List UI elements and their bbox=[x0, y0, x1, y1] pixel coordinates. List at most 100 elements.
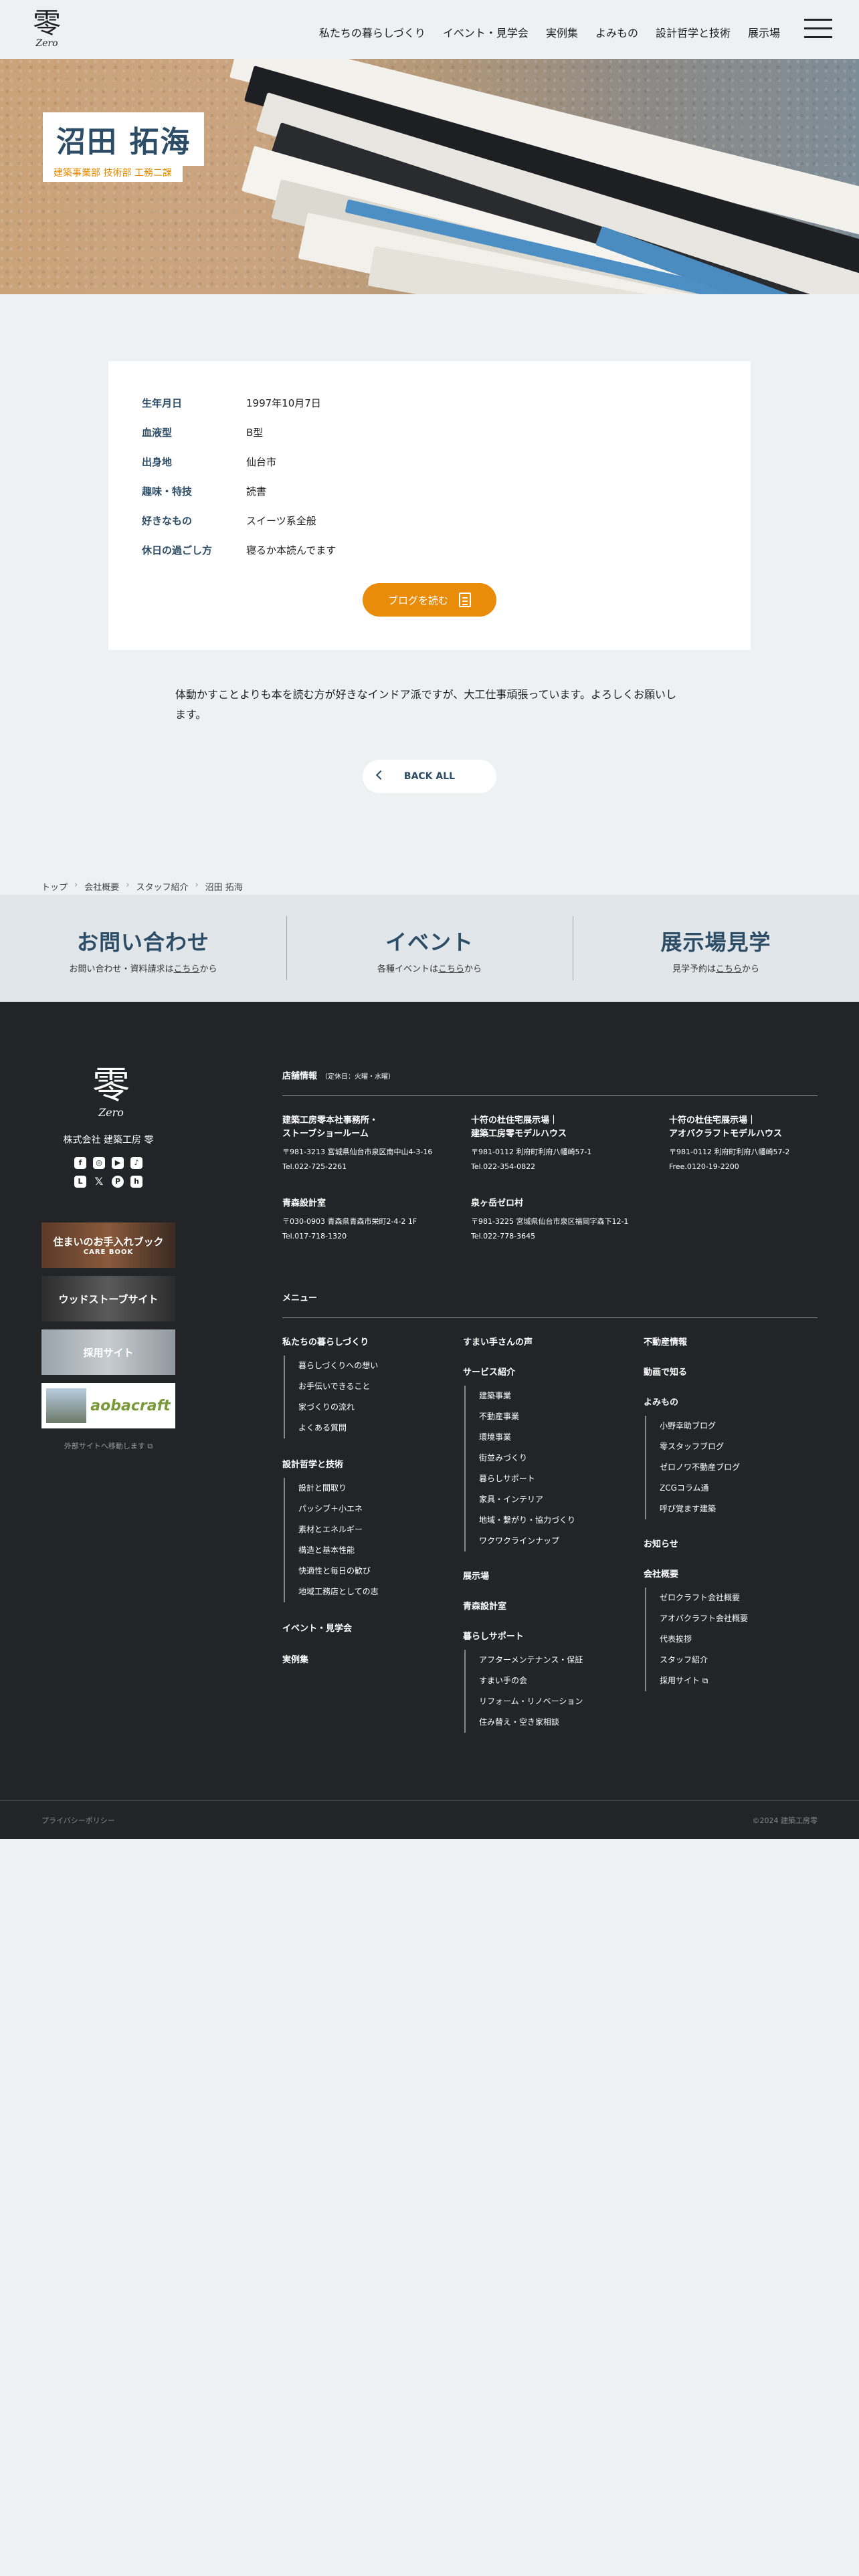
cta-contact[interactable]: お問い合わせ お問い合わせ・資料請求はこちらから bbox=[0, 895, 286, 1002]
houzz-icon[interactable]: h bbox=[130, 1176, 142, 1188]
store-info: 建築工房零本社事務所・ ストーブショールーム 〒981-3213 宮城県仙台市泉区… bbox=[282, 1115, 433, 1171]
menu-link[interactable]: リフォーム・リノベーション bbox=[479, 1691, 637, 1712]
breadcrumb-current: 沼田 拓海 bbox=[205, 883, 243, 893]
breadcrumb-staff[interactable]: スタッフ紹介 bbox=[136, 880, 188, 893]
banner-title: 採用サイト bbox=[83, 1346, 134, 1359]
menu-link[interactable]: 環境事業 bbox=[479, 1427, 637, 1448]
menu-heading-link[interactable]: イベント・見学会 bbox=[282, 1624, 352, 1634]
menu-link[interactable]: よくある質問 bbox=[298, 1418, 456, 1438]
menu-heading-link[interactable]: サービス紹介 bbox=[463, 1368, 515, 1378]
banner-sub: CARE BOOK bbox=[83, 1249, 134, 1256]
footer-logo[interactable]: 零 Zero bbox=[84, 1066, 138, 1119]
menu-heading-link[interactable]: お知らせ bbox=[644, 1539, 678, 1549]
menu-link[interactable]: 構造と基本性能 bbox=[298, 1540, 456, 1561]
stores-heading: 店舗情報 （定休日：火曜・水曜） bbox=[282, 1071, 395, 1081]
read-blog-button[interactable]: ブログを読む bbox=[363, 583, 496, 617]
x-icon[interactable]: 𝕏 bbox=[93, 1176, 105, 1188]
menu-link[interactable]: 代表挨拶 bbox=[660, 1629, 818, 1650]
menu-link[interactable]: 採用サイト ⧉ bbox=[660, 1671, 818, 1691]
menu-heading-link[interactable]: 青森設計室 bbox=[463, 1602, 506, 1612]
menu-link[interactable]: 設計と間取り bbox=[298, 1478, 456, 1499]
privacy-policy-link[interactable]: プライバシーポリシー bbox=[41, 1815, 115, 1826]
care-book-banner[interactable]: 住まいのお手入れブック CARE BOOK bbox=[41, 1222, 175, 1268]
menu-link[interactable]: 暮らしサポート bbox=[479, 1469, 637, 1489]
menu-heading-link[interactable]: 不動産情報 bbox=[644, 1337, 687, 1348]
logo-sub: Zero bbox=[35, 38, 58, 49]
submenu: 設計と間取り パッシブ＋小エネ 素材とエネルギー 構造と基本性能 快適性と毎日の… bbox=[284, 1478, 456, 1602]
cta-event[interactable]: イベント 各種イベントはこちらから bbox=[286, 895, 573, 1002]
tiktok-icon[interactable]: ♪ bbox=[130, 1157, 142, 1169]
menu-link[interactable]: 不動産事業 bbox=[479, 1406, 637, 1427]
hamburger-menu-icon[interactable] bbox=[804, 19, 832, 40]
instagram-icon[interactable]: ◎ bbox=[93, 1157, 105, 1169]
cta-sub: 見学予約はこちらから bbox=[672, 964, 760, 974]
menu-link[interactable]: 地域工務店としての志 bbox=[298, 1582, 456, 1602]
menu-link[interactable]: すまい手の会 bbox=[479, 1671, 637, 1691]
menu-link[interactable]: お手伝いできること bbox=[298, 1376, 456, 1397]
menu-heading-link[interactable]: 会社概要 bbox=[644, 1570, 678, 1580]
menu-link[interactable]: ゼロクラフト会社概要 bbox=[660, 1588, 818, 1608]
menu-link[interactable]: 家具・インテリア bbox=[479, 1489, 637, 1510]
menu-heading-link[interactable]: すまい手さんの声 bbox=[463, 1337, 533, 1348]
site-logo[interactable]: 零 Zero bbox=[27, 8, 67, 51]
menu-heading-link[interactable]: 設計哲学と技術 bbox=[282, 1460, 343, 1470]
menu-heading-link[interactable]: 私たちの暮らしづくり bbox=[282, 1337, 369, 1348]
footer-bottom-bar: プライバシーポリシー ©2024 建築工房零 bbox=[0, 1800, 859, 1839]
menu-heading-link[interactable]: 動画で知る bbox=[644, 1368, 687, 1378]
line-icon[interactable]: L bbox=[74, 1176, 86, 1188]
menu-link[interactable]: 地域・繋がり・協力づくり bbox=[479, 1510, 637, 1531]
store-info: 十符の杜住宅展示場｜ 建築工房零モデルハウス 〒981-0112 利府町利府八幡崎… bbox=[471, 1115, 592, 1171]
menu-link[interactable]: 街並みづくり bbox=[479, 1448, 637, 1469]
submenu: アフターメンテナンス・保証 すまい手の会 リフォーム・リノベーション 住み替え・… bbox=[464, 1650, 637, 1733]
menu-link[interactable]: 建築事業 bbox=[479, 1386, 637, 1406]
nav-item-design[interactable]: 設計哲学と技術 bbox=[656, 24, 731, 40]
menu-link[interactable]: 零スタッフブログ bbox=[660, 1436, 818, 1457]
back-all-button[interactable]: BACK ALL bbox=[363, 760, 496, 793]
breadcrumb-top[interactable]: トップ bbox=[41, 880, 68, 893]
cta-band: お問い合わせ お問い合わせ・資料請求はこちらから イベント 各種イベントはこちら… bbox=[0, 895, 859, 1002]
menu-link[interactable]: パッシブ＋小エネ bbox=[298, 1499, 456, 1519]
recruit-banner[interactable]: 採用サイト bbox=[41, 1329, 175, 1375]
cta-showroom[interactable]: 展示場見学 見学予約はこちらから bbox=[573, 895, 859, 1002]
store-info: 泉ヶ岳ゼロ村 〒981-3225 宮城県仙台市泉区福岡字森下12-1 Tel.0… bbox=[471, 1198, 629, 1241]
back-all-label: BACK ALL bbox=[403, 771, 456, 782]
facebook-icon[interactable]: f bbox=[74, 1157, 86, 1169]
profile-row: 血液型 B型 bbox=[142, 425, 263, 439]
menu-link[interactable]: アオバクラフト会社概要 bbox=[660, 1608, 818, 1629]
menu-link[interactable]: 快適性と毎日の歓び bbox=[298, 1561, 456, 1582]
menu-link[interactable]: ZCGコラム通 bbox=[660, 1478, 818, 1499]
menu-link[interactable]: ワクワクラインナップ bbox=[479, 1531, 637, 1551]
aobacraft-banner[interactable]: aobacraft bbox=[41, 1383, 175, 1428]
menu-link[interactable]: 暮らしづくりへの想い bbox=[298, 1356, 456, 1376]
menu-heading-link[interactable]: よみもの bbox=[644, 1398, 678, 1408]
menu-heading-link[interactable]: 展示場 bbox=[463, 1572, 489, 1582]
menu-link[interactable]: ゼロノワ不動産ブログ bbox=[660, 1457, 818, 1478]
profile-label: 血液型 bbox=[142, 427, 173, 439]
nav-item-lifestyle[interactable]: 私たちの暮らしづくり bbox=[319, 24, 425, 40]
menu-heading-link[interactable]: 暮らしサポート bbox=[463, 1632, 524, 1642]
menu-link[interactable]: 素材とエネルギー bbox=[298, 1519, 456, 1540]
menu-link[interactable]: 家づくりの流れ bbox=[298, 1397, 456, 1418]
nav-item-events[interactable]: イベント・見学会 bbox=[443, 24, 529, 40]
nav-item-works[interactable]: 実例集 bbox=[546, 24, 578, 40]
hero-banner: 沼田 拓海 建築事業部 技術部 工務二課 bbox=[0, 59, 859, 294]
wood-stove-banner[interactable]: ウッドストーブサイト bbox=[41, 1276, 175, 1321]
divider bbox=[282, 1095, 818, 1096]
pinterest-icon[interactable]: P bbox=[112, 1176, 124, 1188]
nav-item-showroom[interactable]: 展示場 bbox=[748, 24, 780, 40]
menu-link[interactable]: 住み替え・空き家相談 bbox=[479, 1712, 637, 1733]
menu-link[interactable]: 小野幸助ブログ bbox=[660, 1416, 818, 1436]
menu-link[interactable]: 呼び覚ます建築 bbox=[660, 1499, 818, 1519]
menu-link[interactable]: アフターメンテナンス・保証 bbox=[479, 1650, 637, 1671]
breadcrumb-separator-icon: › bbox=[195, 880, 199, 890]
menu-link[interactable]: スタッフ紹介 bbox=[660, 1650, 818, 1671]
nav-item-readings[interactable]: よみもの bbox=[595, 24, 638, 40]
menu-heading-link[interactable]: 実例集 bbox=[282, 1655, 308, 1665]
submenu: ゼロクラフト会社概要 アオバクラフト会社概要 代表挨拶 スタッフ紹介 採用サイト… bbox=[645, 1588, 818, 1691]
profile-row: 休日の過ごし方 寝るか本読んでます bbox=[142, 543, 336, 557]
breadcrumb-company[interactable]: 会社概要 bbox=[84, 880, 119, 893]
youtube-icon[interactable]: ▶ bbox=[112, 1157, 124, 1169]
profile-label: 出身地 bbox=[142, 456, 173, 468]
profile-value: B型 bbox=[246, 427, 264, 439]
site-footer: 零 Zero 株式会社 建築工房 零 f ◎ ▶ ♪ L 𝕏 P h 住まいのお… bbox=[0, 1002, 859, 1839]
